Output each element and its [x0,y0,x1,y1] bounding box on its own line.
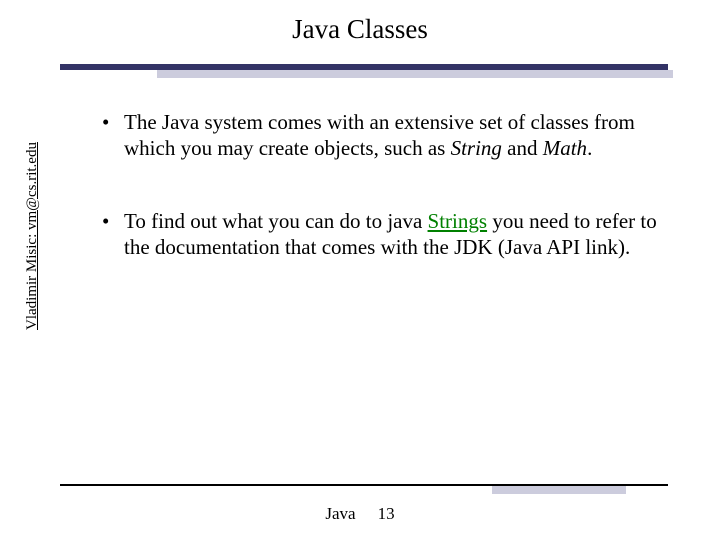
footer-rule-shadow [492,486,626,494]
footer-label: Java [325,504,355,523]
bullet-2-text: To find out what you can do to java Stri… [124,209,662,260]
bullet-2: • To find out what you can do to java St… [102,209,662,260]
title-rule-shadow [157,70,673,78]
bullet-marker: • [102,209,124,260]
slide-title: Java Classes [0,0,720,45]
bullet-1-text: The Java system comes with an extensive … [124,110,662,161]
text-run: and [502,136,543,160]
slide: Java Classes Vladimir Misic: vm@cs.rit.e… [0,0,720,540]
bullet-marker: • [102,110,124,161]
italic-math: Math [543,136,587,160]
italic-string: String [451,136,502,160]
text-run: To find out what you can do to java [124,209,428,233]
content-area: • The Java system comes with an extensiv… [102,110,662,308]
footer: Java 13 [0,504,720,524]
text-run: . [587,136,592,160]
author-sidebar: Vladimir Misic: vm@cs.rit.edu [24,142,41,330]
strings-link[interactable]: Strings [428,209,488,233]
page-number: 13 [378,504,395,523]
bullet-1: • The Java system comes with an extensiv… [102,110,662,161]
